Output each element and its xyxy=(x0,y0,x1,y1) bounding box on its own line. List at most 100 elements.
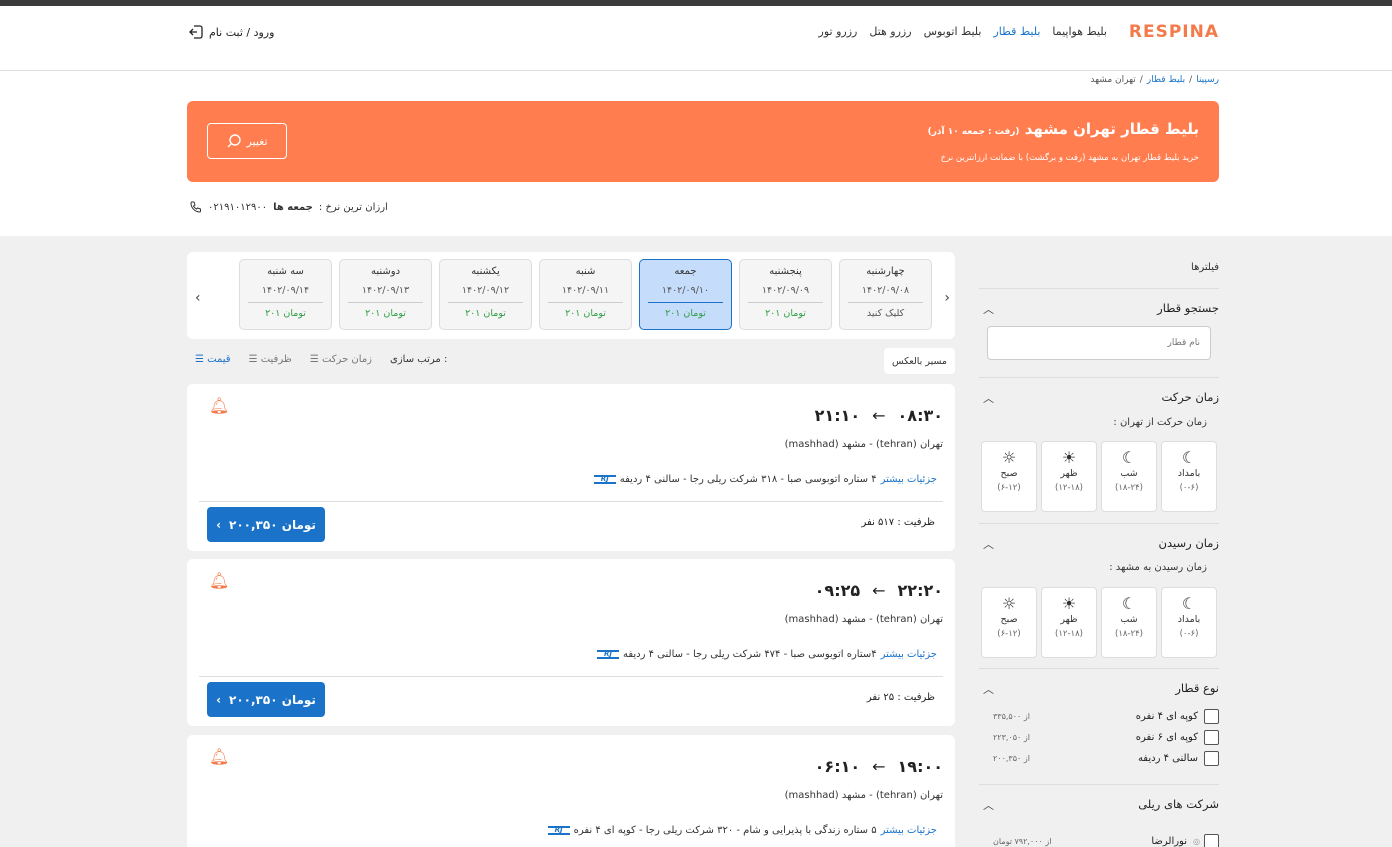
arrival-slot-dawn[interactable]: ☾ بامداد (۰-۶) xyxy=(1161,587,1217,658)
nav-bus[interactable]: بلیط اتوبوس xyxy=(924,25,982,38)
arrival-slot-noon[interactable]: ☀ ظهر (۱۲-۱۸) xyxy=(1041,587,1097,658)
date-item-selected[interactable]: جمعه ۱۴۰۲/۰۹/۱۰ ۲۰۱ تومان xyxy=(639,259,732,330)
filter-train-search-title: جستجو قطار xyxy=(1157,301,1219,315)
reverse-route-button[interactable]: مسیر بالعکس xyxy=(884,348,955,374)
chevron-left-icon: ‹ xyxy=(216,517,222,532)
arrival-sub: زمان رسیدن به مشهد : xyxy=(1109,562,1207,573)
nav-tour[interactable]: رزرو تور xyxy=(819,25,858,38)
company-label: نورالرضا xyxy=(1151,836,1188,847)
support-phone[interactable]: ۰۲۱۹۱۰۱۲۹۰۰ xyxy=(208,202,267,213)
arrow-left-icon: ← xyxy=(872,757,886,776)
train-desc: RJ ۴ستاره اتوبوسی صبا - ۴۷۴ شرکت ریلی رج… xyxy=(596,649,943,660)
date-item[interactable]: دوشنبه ۱۴۰۲/۰۹/۱۳ ۲۰۱ تومان xyxy=(339,259,432,330)
nav-train[interactable]: بلیط قطار xyxy=(994,25,1041,38)
sort-capacity[interactable]: ☰ ظرفیت xyxy=(249,354,292,365)
select-price-button[interactable]: ‹ ۲۰۰,۳۵۰ تومان xyxy=(207,682,325,717)
sun-icon: ☼ xyxy=(1001,448,1017,467)
site-logo[interactable]: RESPINA xyxy=(1129,22,1219,42)
select-price-button[interactable]: ‹ ۲۰۰,۳۵۰ تومان xyxy=(207,507,325,542)
train-type-item[interactable]: سالنی ۴ ردیفه از ۲۰۰,۳۵۰ xyxy=(987,751,1219,766)
sort-departure[interactable]: ☰ زمان حرکت xyxy=(310,354,372,365)
rail-company-logo-icon: RJ xyxy=(547,826,570,835)
breadcrumb-home[interactable]: رسپینا xyxy=(1196,75,1219,85)
checkbox[interactable] xyxy=(1204,709,1219,724)
slot-range: (۱۲-۱۸) xyxy=(1055,629,1083,639)
date-price: کلیک کنید xyxy=(866,308,905,319)
more-details-link[interactable]: جزئیات بیشتر xyxy=(881,649,937,660)
hero-banner: بلیط قطار تهران مشهد (رفت : جمعه ۱۰ آذر)… xyxy=(187,101,1219,182)
filters-title: فیلترها xyxy=(1191,262,1219,273)
chevron-up-icon[interactable]: ︿ xyxy=(983,681,994,696)
train-route: تهران (tehran) - مشهد (mashhad) xyxy=(784,614,943,625)
departure-slot-noon[interactable]: ☀ ظهر (۱۲-۱۸) xyxy=(1041,441,1097,512)
date-price: ۲۰۱ تومان xyxy=(365,308,406,319)
moon-icon: ☾ xyxy=(1121,448,1137,467)
bell-icon[interactable]: 🔔︎ xyxy=(209,571,229,590)
arrival-slot-night[interactable]: ☾ شب (۱۸-۲۴) xyxy=(1101,587,1157,658)
page-subtitle: خرید بلیط قطار تهران به مشهد (رفت و برگش… xyxy=(940,153,1199,163)
change-label: تغییر xyxy=(246,134,268,148)
train-type-label: کوپه ای ۴ نفره xyxy=(1135,711,1198,722)
checkbox[interactable] xyxy=(1204,834,1219,847)
login-label: ورود / ثبت نام xyxy=(209,25,275,39)
date-price: ۲۰۱ تومان xyxy=(765,308,806,319)
breadcrumb-train[interactable]: بلیط قطار xyxy=(1147,75,1185,85)
sort-label: مرتب سازی : xyxy=(390,354,448,365)
train-type-item[interactable]: کوپه ای ۶ نفره از ۲۲۳,۰۵۰ xyxy=(987,730,1219,745)
date-item[interactable]: شنبه ۱۴۰۲/۰۹/۱۱ ۲۰۱ تومان xyxy=(539,259,632,330)
train-name-input[interactable] xyxy=(988,327,1210,359)
sort-departure-label: زمان حرکت xyxy=(321,354,373,365)
nav-flight[interactable]: بلیط هواپیما xyxy=(1052,25,1107,38)
price-label: ۲۰۰,۳۵۰ تومان xyxy=(229,517,316,532)
departure-slot-dawn[interactable]: ☾ بامداد (۰-۶) xyxy=(1161,441,1217,512)
filters-sidebar: فیلترها جستجو قطار ︿ زمان حرکت ︿ زمان حر… xyxy=(979,252,1219,847)
date-item[interactable]: پنجشنبه ۱۴۰۲/۰۹/۰۹ ۲۰۱ تومان xyxy=(739,259,832,330)
breadcrumb-current: تهران مشهد xyxy=(1090,75,1136,85)
login-button[interactable]: ورود / ثبت نام xyxy=(188,24,274,40)
nav-hotel[interactable]: رزرو هتل xyxy=(869,25,911,38)
date-price: ۲۰۱ تومان xyxy=(265,308,306,319)
date-day: سه شنبه xyxy=(267,266,304,277)
checkbox[interactable] xyxy=(1204,751,1219,766)
train-desc-text: ۵ ستاره زندگی با پذیرایی و شام - ۳۲۰ شرک… xyxy=(573,825,877,836)
chevron-left-icon[interactable]: ‹ xyxy=(195,290,201,306)
date-item[interactable]: چهارشنبه ۱۴۰۲/۰۹/۰۸ کلیک کنید xyxy=(839,259,932,330)
train-name-input-wrap xyxy=(987,326,1211,360)
arrival-time: ۲۱:۱۰ xyxy=(814,406,861,425)
divider xyxy=(199,676,943,677)
departure-slot-night[interactable]: ☾ شب (۱۸-۲۴) xyxy=(1101,441,1157,512)
sort-price[interactable]: ☰ قیمت xyxy=(195,354,231,365)
bell-icon[interactable]: 🔔︎ xyxy=(209,396,229,415)
company-item[interactable]: ◎ نورالرضا از ۷۹۲,۰۰۰ تومان xyxy=(987,834,1219,847)
chevron-up-icon[interactable]: ︿ xyxy=(983,797,994,812)
arrow-left-icon: ← xyxy=(872,406,886,425)
slot-range: (۱۸-۲۴) xyxy=(1115,483,1143,493)
change-search-button[interactable]: تغییر xyxy=(207,123,287,159)
departure-time: ۰۸:۳۰ xyxy=(897,406,943,425)
chevron-up-icon[interactable]: ︿ xyxy=(983,390,994,405)
moon-icon: ☾ xyxy=(1121,594,1137,613)
train-times: ۲۲:۲۰ ← ۰۹:۲۵ xyxy=(815,581,943,600)
departure-slot-morning[interactable]: ☼ صبح (۶-۱۲) xyxy=(981,441,1037,512)
checkbox[interactable] xyxy=(1204,730,1219,745)
chevron-up-icon[interactable]: ︿ xyxy=(983,301,994,316)
date-item[interactable]: یکشنبه ۱۴۰۲/۰۹/۱۲ ۲۰۱ تومان xyxy=(439,259,532,330)
train-type-item[interactable]: کوپه ای ۴ نفره از ۳۳۵,۵۰۰ xyxy=(987,709,1219,724)
train-desc-text: ۴ستاره اتوبوسی صبا - ۴۷۴ شرکت ریلی رجا -… xyxy=(622,649,877,660)
slot-range: (۱۲-۱۸) xyxy=(1055,483,1083,493)
more-details-link[interactable]: جزئیات بیشتر xyxy=(881,474,937,485)
date-item[interactable]: سه شنبه ۱۴۰۲/۰۹/۱۴ ۲۰۱ تومان xyxy=(239,259,332,330)
bell-icon[interactable]: 🔔︎ xyxy=(209,747,229,766)
arrival-slot-morning[interactable]: ☼ صبح (۶-۱۲) xyxy=(981,587,1037,658)
sort-price-label: قیمت xyxy=(207,354,231,365)
chevron-right-icon[interactable]: › xyxy=(944,290,950,306)
slot-name: ظهر xyxy=(1060,468,1078,479)
more-details-link[interactable]: جزئیات بیشتر xyxy=(881,825,937,836)
company-from: از ۷۹۲,۰۰۰ تومان xyxy=(993,837,1052,846)
chevron-up-icon[interactable]: ︿ xyxy=(983,536,994,551)
train-desc: RJ ۴ ستاره اتوبوسی صبا - ۳۱۸ شرکت ریلی ر… xyxy=(593,474,943,485)
sunset-icon: ☀ xyxy=(1061,448,1077,467)
price-label: ۲۰۰,۳۵۰ تومان xyxy=(229,692,316,707)
train-desc-text: ۴ ستاره اتوبوسی صبا - ۳۱۸ شرکت ریلی رجا … xyxy=(619,474,877,485)
date-price: ۲۰۱ تومان xyxy=(465,308,506,319)
